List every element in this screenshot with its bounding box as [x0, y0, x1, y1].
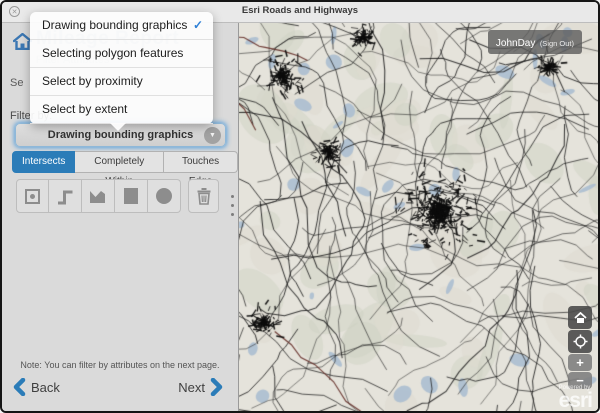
tab-completely-within[interactable]: Completely Within	[75, 151, 164, 173]
draw-polyline-button[interactable]	[49, 179, 82, 213]
esri-logo: Powered by esri	[559, 385, 592, 410]
note-text: Note: You can filter by attributes on th…	[2, 360, 238, 370]
popup-caret	[110, 123, 126, 131]
chevron-left-icon	[12, 378, 26, 396]
chevron-right-icon	[210, 378, 224, 396]
point-icon	[25, 189, 40, 204]
tab-intersects[interactable]: Intersects	[12, 151, 75, 173]
occluded-label: Se	[10, 77, 23, 89]
locate-button[interactable]	[568, 330, 592, 353]
menu-item-label: Selecting polygon features	[42, 46, 183, 60]
home-icon	[574, 312, 587, 324]
menu-item-label: Select by extent	[42, 102, 127, 116]
user-badge[interactable]: JohnDay (Sign Out)	[488, 30, 582, 54]
polyline-icon	[56, 188, 74, 205]
draw-tool-group	[16, 179, 181, 213]
circle-icon	[156, 188, 172, 204]
rectangle-icon	[124, 188, 138, 204]
menu-item-label: Drawing bounding graphics	[42, 18, 187, 32]
draw-circle-button[interactable]	[148, 179, 181, 213]
clear-graphics-button[interactable]	[188, 179, 219, 213]
esri-brand: esri	[559, 391, 592, 410]
polygon-icon	[89, 189, 107, 204]
map-controls: + −	[568, 306, 592, 390]
map-home-button[interactable]	[568, 306, 592, 329]
basemap-roads[interactable]	[239, 22, 598, 411]
sign-out-link[interactable]: (Sign Out)	[540, 39, 574, 48]
menu-item-selecting-polygon-features[interactable]: Selecting polygon features	[30, 40, 213, 68]
selection-method-menu: Drawing bounding graphics ✓ Selecting po…	[30, 12, 213, 124]
draw-rectangle-button[interactable]	[115, 179, 148, 213]
back-button[interactable]: Back	[12, 378, 65, 396]
menu-item-label: Select by proximity	[42, 74, 143, 88]
chevron-down-icon[interactable]: ▼	[204, 127, 221, 144]
app-window: ✕ Esri Roads and Highways Mileage Report…	[0, 0, 600, 413]
panel-resize-handle[interactable]	[231, 195, 234, 222]
draw-point-button[interactable]	[16, 179, 49, 213]
menu-item-select-by-proximity[interactable]: Select by proximity	[30, 68, 213, 96]
menu-item-drawing-bounding-graphics[interactable]: Drawing bounding graphics ✓	[30, 12, 213, 40]
next-label: Next	[178, 380, 205, 395]
next-button[interactable]: Next	[173, 378, 224, 396]
spatial-relation-tabs: Intersects Completely Within Touches Edg…	[12, 151, 238, 173]
draw-polygon-button[interactable]	[82, 179, 115, 213]
menu-item-select-by-extent[interactable]: Select by extent	[30, 96, 213, 124]
tab-touches-edge[interactable]: Touches Edge	[164, 151, 238, 173]
check-icon: ✓	[193, 12, 203, 39]
trash-icon	[196, 187, 212, 205]
zoom-in-button[interactable]: +	[568, 354, 592, 371]
back-label: Back	[31, 380, 60, 395]
map-view[interactable]: JohnDay (Sign Out) + −	[239, 22, 598, 411]
locate-icon	[573, 334, 588, 349]
user-name: JohnDay	[496, 38, 535, 49]
